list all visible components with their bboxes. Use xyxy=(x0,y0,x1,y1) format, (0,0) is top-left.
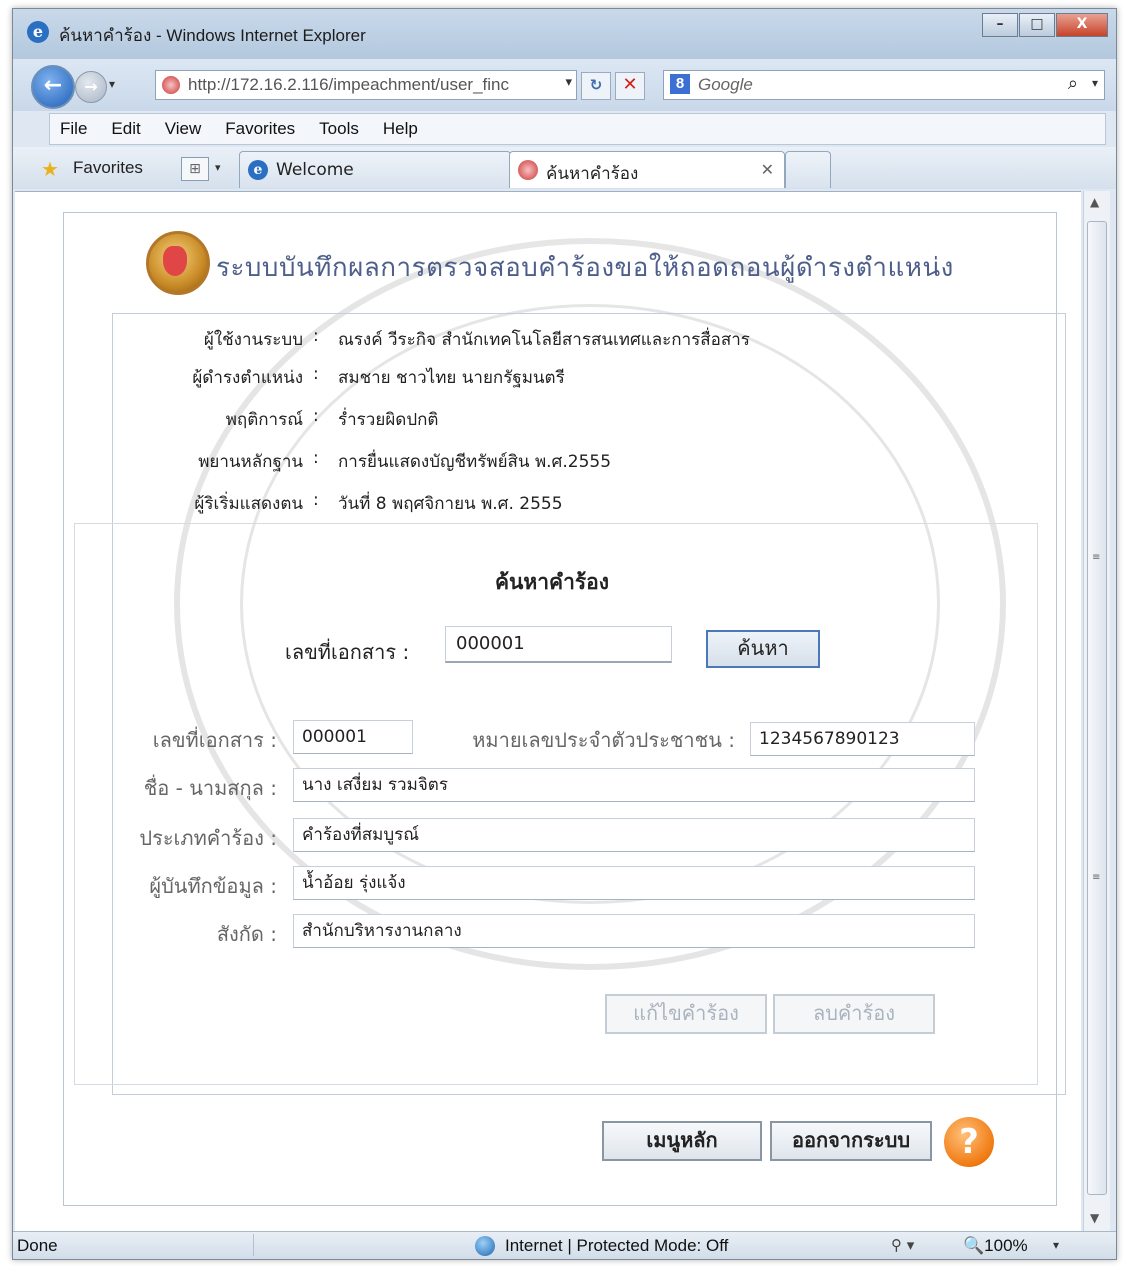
minimize-button[interactable]: – xyxy=(982,13,1018,37)
search-placeholder: Google xyxy=(698,75,753,94)
window-controls: – □ X xyxy=(981,13,1108,37)
site-icon xyxy=(518,160,538,180)
status-bar: Done Internet | Protected Mode: Off ⚲ ▾ … xyxy=(13,1231,1116,1259)
scroll-down-icon[interactable]: ▼ xyxy=(1090,1211,1099,1225)
form-name-field[interactable]: นาง เสงี่ยม รวมจิตร xyxy=(293,768,975,802)
tab-label: Welcome xyxy=(276,160,354,180)
form-type-label: ประเภทคำร้อง : xyxy=(139,826,277,850)
favorites-button[interactable]: Favorites xyxy=(73,158,143,178)
site-icon xyxy=(162,76,180,94)
search-button[interactable]: ค้นหา xyxy=(706,630,820,668)
info-value: การยื่นแสดงบัญชีทรัพย์สิน พ.ศ.2555 xyxy=(338,452,612,472)
form-recorder-field[interactable]: น้ำอ้อย รุ่งแจ้ง xyxy=(293,866,975,900)
vertical-scrollbar[interactable]: ▲ ≡ ≡ ▼ xyxy=(1083,191,1110,1231)
info-label: พฤติการณ์ xyxy=(225,410,303,430)
url-dropdown-icon[interactable]: ▾ xyxy=(565,75,572,90)
security-zone: Internet | Protected Mode: Off xyxy=(505,1236,729,1255)
scroll-up-icon[interactable]: ▲ xyxy=(1090,195,1099,209)
menu-edit[interactable]: Edit xyxy=(111,119,140,139)
info-label: ผู้ใช้งานระบบ xyxy=(203,330,303,350)
zoom-level[interactable]: 🔍100% xyxy=(963,1236,1028,1256)
scroll-thumb[interactable]: ≡ ≡ xyxy=(1087,221,1107,1195)
page-content: ระบบบันทึกผลการตรวจสอบคำร้องขอให้ถอดถอนผ… xyxy=(15,191,1081,1232)
maximize-button[interactable]: □ xyxy=(1019,13,1055,37)
form-id-field[interactable]: 1234567890123 xyxy=(750,722,975,756)
delete-request-button[interactable]: ลบคำร้อง xyxy=(773,994,935,1034)
navigation-bar: ← → ▾ http://172.16.2.116/impeachment/us… xyxy=(13,59,1116,111)
form-dept-field[interactable]: สำนักบริหารงานกลาง xyxy=(293,914,975,948)
info-label: ผู้ดำรงตำแหน่ง xyxy=(192,368,303,388)
main-panel: ระบบบันทึกผลการตรวจสอบคำร้องขอให้ถอดถอนผ… xyxy=(63,212,1066,1206)
status-divider xyxy=(253,1234,454,1256)
status-text: Done xyxy=(17,1236,58,1255)
doc-number-search-input[interactable]: 000001 xyxy=(445,626,672,663)
search-input[interactable]: 8 Google ⌕ ▾ xyxy=(663,70,1105,100)
tab-search-request[interactable]: ค้นหาคำร้อง ✕ xyxy=(509,151,785,188)
close-button[interactable]: X xyxy=(1056,13,1108,37)
back-button[interactable]: ← xyxy=(31,65,75,109)
grip-icon: ≡ xyxy=(1092,552,1101,563)
browser-window: e ค้นหาคำร้อง - Windows Internet Explore… xyxy=(12,8,1117,1260)
form-type-field[interactable]: คำร้องที่สมบูรณ์ xyxy=(293,818,975,852)
grip-icon: ≡ xyxy=(1092,872,1101,883)
info-label: พยานหลักฐาน xyxy=(198,452,303,472)
search-dropdown-icon[interactable]: ▾ xyxy=(1092,76,1098,90)
main-menu-button[interactable]: เมนูหลัก xyxy=(602,1121,762,1161)
address-input[interactable]: http://172.16.2.116/impeachment/user_fin… xyxy=(155,70,577,100)
form-id-label: หมายเลขประจำตัวประชาชน : xyxy=(472,728,735,752)
tab-label: ค้นหาคำร้อง xyxy=(546,164,639,184)
forward-button[interactable]: → xyxy=(75,71,107,103)
page-title: ระบบบันทึกผลการตรวจสอบคำร้องขอให้ถอดถอนผ… xyxy=(216,253,954,283)
search-icon[interactable]: ⌕ xyxy=(1068,73,1078,94)
protected-mode-icon[interactable]: ⚲ ▾ xyxy=(891,1236,914,1254)
form-recorder-label: ผู้บันทึกข้อมูล : xyxy=(149,874,277,898)
globe-icon xyxy=(475,1236,495,1256)
quick-tabs-icon[interactable]: ⊞ xyxy=(181,157,209,181)
history-dropdown-icon[interactable]: ▾ xyxy=(109,77,115,91)
ie-icon: e xyxy=(27,21,49,43)
close-tab-icon[interactable]: ✕ xyxy=(761,160,774,179)
title-bar: e ค้นหาคำร้อง - Windows Internet Explore… xyxy=(13,9,1116,59)
refresh-button[interactable]: ↻ xyxy=(581,72,611,100)
form-name-label: ชื่อ - นามสกุล : xyxy=(143,776,277,800)
info-value: วันที่ 8 พฤศจิกายน พ.ศ. 2555 xyxy=(338,494,563,514)
doc-number-label: เลขที่เอกสาร : xyxy=(285,640,410,664)
tab-welcome[interactable]: e Welcome xyxy=(239,151,511,188)
info-value: ณรงค์ วีระกิจ สำนักเทคโนโลยีสารสนเทศและก… xyxy=(338,330,750,350)
ie-icon: e xyxy=(248,160,268,180)
window-title: ค้นหาคำร้อง - Windows Internet Explorer xyxy=(59,26,366,45)
star-icon: ★ xyxy=(41,157,59,181)
form-dept-label: สังกัด : xyxy=(216,922,277,946)
search-title: ค้นหาคำร้อง xyxy=(495,570,610,594)
quick-tabs-dropdown-icon[interactable]: ▾ xyxy=(215,161,221,174)
search-section: ค้นหาคำร้อง เลขที่เอกสาร : 000001 ค้นหา … xyxy=(74,523,1038,1085)
google-icon: 8 xyxy=(670,74,690,94)
menu-help[interactable]: Help xyxy=(383,119,418,139)
favorites-bar: ★ Favorites ⊞ ▾ e Welcome ค้นหาคำร้อง ✕ xyxy=(13,147,1116,189)
info-value: สมชาย ชาวไทย นายกรัฐมนตรี xyxy=(338,368,565,388)
stop-button[interactable]: ✕ xyxy=(615,72,645,100)
logout-button[interactable]: ออกจากระบบ xyxy=(770,1121,932,1161)
menu-bar: File Edit View Favorites Tools Help xyxy=(49,113,1106,145)
menu-view[interactable]: View xyxy=(165,119,202,139)
info-label: ผู้ริเริ่มแสดงตน xyxy=(194,494,303,514)
new-tab-button[interactable] xyxy=(785,151,831,188)
menu-file[interactable]: File xyxy=(60,119,87,139)
info-value: ร่ำรวยผิดปกติ xyxy=(338,410,439,430)
edit-request-button[interactable]: แก้ไขคำร้อง xyxy=(605,994,767,1034)
emblem-logo xyxy=(146,231,210,295)
form-doc-label: เลขที่เอกสาร : xyxy=(152,728,277,752)
url-text: http://172.16.2.116/impeachment/user_fin… xyxy=(188,75,509,94)
help-icon[interactable]: ? xyxy=(944,1117,994,1167)
menu-favorites[interactable]: Favorites xyxy=(225,119,295,139)
menu-tools[interactable]: Tools xyxy=(319,119,359,139)
form-doc-field[interactable]: 000001 xyxy=(293,720,413,754)
zoom-dropdown-icon[interactable]: ▾ xyxy=(1053,1238,1059,1252)
